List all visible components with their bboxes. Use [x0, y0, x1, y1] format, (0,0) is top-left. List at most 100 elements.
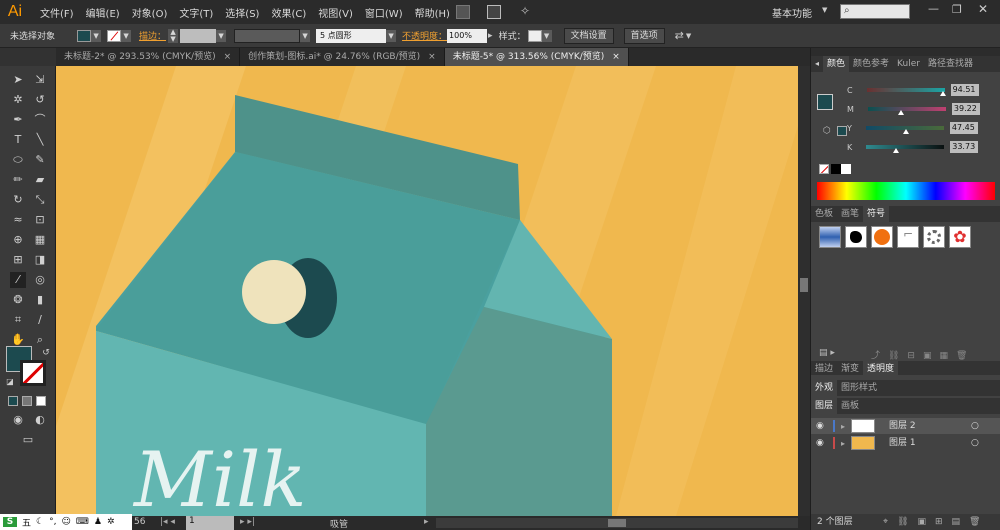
type-tool-icon[interactable]: T: [10, 132, 26, 148]
visibility-icon[interactable]: ◉: [816, 435, 824, 451]
channel-track[interactable]: [866, 145, 945, 153]
settings-icon[interactable]: ✲: [107, 517, 115, 527]
draw-mode-icon[interactable]: ◉: [10, 412, 26, 428]
punctuation-icon[interactable]: °,: [49, 517, 56, 527]
none-color-swatch[interactable]: [819, 164, 829, 174]
zoom-level[interactable]: 56: [134, 517, 145, 527]
panel-collapse-icon[interactable]: ◂: [811, 56, 823, 72]
chevron-down-icon[interactable]: ▼: [686, 32, 691, 40]
stroke-color-box[interactable]: [20, 360, 46, 386]
symbol-actions-icons[interactable]: ⤴⛓⊟▣▦🗑: [871, 348, 975, 361]
scroll-thumb[interactable]: [800, 278, 808, 292]
opacity-field[interactable]: 100%: [447, 28, 488, 43]
page-next-icon[interactable]: ▸ ▸|: [240, 517, 255, 527]
tab-close-icon[interactable]: ×: [224, 48, 232, 66]
selection-tool-icon[interactable]: ➤: [10, 72, 26, 88]
channel-track[interactable]: [865, 126, 944, 134]
artboard-tool-icon[interactable]: ⌗: [10, 312, 26, 328]
moon-icon[interactable]: ☾: [36, 517, 44, 527]
gradient-tool-icon[interactable]: ◨: [32, 252, 48, 268]
symbol-flower[interactable]: ✿: [949, 226, 971, 248]
brush-dropdown[interactable]: ▼: [386, 29, 397, 42]
channel-value[interactable]: 33.73: [950, 141, 979, 153]
free-transform-tool-icon[interactable]: ⊡: [32, 212, 48, 228]
tab-stroke[interactable]: 描边: [811, 361, 837, 375]
direct-selection-tool-icon[interactable]: ⇲: [32, 72, 48, 88]
tab-close-icon[interactable]: ×: [428, 48, 436, 66]
expand-layer-icon[interactable]: ▸: [841, 419, 845, 435]
slider-thumb[interactable]: [898, 110, 905, 115]
none-mode-icon[interactable]: [36, 396, 46, 406]
pencil-tool-icon[interactable]: ✏: [10, 172, 26, 188]
color-mode-icon[interactable]: [8, 396, 18, 406]
symbol-orange-button[interactable]: [871, 226, 893, 248]
tab-layers[interactable]: 图层: [811, 398, 838, 414]
scroll-thumb[interactable]: [608, 519, 626, 527]
symbol-wreath[interactable]: [923, 226, 945, 248]
target-icon[interactable]: ○: [971, 435, 979, 451]
slider-magenta[interactable]: M 39.22: [817, 103, 980, 115]
tab-transparency[interactable]: 透明度: [863, 361, 899, 375]
brush-definition[interactable]: 5 点圆形: [316, 28, 387, 43]
swap-colors-icon[interactable]: ↺: [38, 345, 54, 361]
channel-track[interactable]: [866, 88, 946, 96]
style-dropdown[interactable]: ▼: [541, 29, 552, 42]
gradient-mode-icon[interactable]: [22, 396, 32, 406]
tab-untitled-5[interactable]: 未标题-5* @ 313.56% (CMYK/预览) ×: [444, 48, 629, 66]
variable-width-profile[interactable]: [234, 28, 301, 43]
horizontal-scrollbar[interactable]: [436, 518, 798, 528]
slider-thumb[interactable]: [892, 148, 899, 153]
stroke-weight-field[interactable]: [180, 28, 217, 43]
eyedropper-tool-icon[interactable]: ⁄: [10, 272, 26, 288]
expand-layer-icon[interactable]: ▸: [841, 436, 845, 452]
mesh-tool-icon[interactable]: ⊞: [10, 252, 26, 268]
emoji-icon[interactable]: ☺: [61, 517, 70, 527]
style-swatch[interactable]: [527, 29, 542, 42]
symbol-sprayer-tool-icon[interactable]: ❂: [10, 292, 26, 308]
search-input[interactable]: ⌕: [840, 4, 910, 19]
menu-window[interactable]: 窗口(W): [359, 5, 409, 20]
layer-row[interactable]: ◉ ▸ 图层 1 ○: [811, 435, 1000, 451]
line-tool-icon[interactable]: ╲: [32, 132, 48, 148]
magic-wand-tool-icon[interactable]: ✲: [10, 92, 26, 108]
slider-black[interactable]: K 33.73: [817, 141, 979, 153]
page-nav-icon[interactable]: |◂ ◂: [160, 517, 175, 527]
paintbrush-tool-icon[interactable]: ✎: [32, 152, 48, 168]
menu-file[interactable]: 文件(F): [34, 5, 80, 20]
tab-symbols[interactable]: 符号: [863, 206, 890, 222]
tab-pathfinder[interactable]: 路径查找器: [924, 56, 977, 72]
scale-tool-icon[interactable]: ⤡: [32, 192, 48, 208]
fill-dropdown[interactable]: ▼: [91, 29, 102, 42]
symbol-library-icon[interactable]: ▤ ▸: [819, 348, 835, 358]
menu-select[interactable]: 选择(S): [219, 5, 265, 20]
tab-creative-icons[interactable]: 创作策划-图标.ai* @ 24.76% (RGB/预览) ×: [240, 48, 445, 66]
slider-yellow[interactable]: Y 47.45: [817, 122, 978, 134]
blend-tool-icon[interactable]: ◎: [32, 272, 48, 288]
menu-object[interactable]: 对象(O): [126, 5, 174, 20]
stroke-stepper[interactable]: ▲ ▼: [168, 28, 179, 43]
arrange-documents-icon[interactable]: [487, 5, 501, 19]
workspace-switcher[interactable]: 基本功能: [772, 5, 812, 20]
opacity-label[interactable]: 不透明度：: [402, 29, 447, 42]
status-menu-icon[interactable]: ▸: [424, 517, 429, 527]
menu-view[interactable]: 视图(V): [312, 5, 359, 20]
target-icon[interactable]: ○: [971, 418, 979, 434]
symbol-banner[interactable]: ⌐: [897, 226, 919, 248]
tab-gradient[interactable]: 渐变: [837, 361, 863, 375]
black-swatch[interactable]: [831, 164, 841, 174]
tab-swatches[interactable]: 色板: [811, 206, 837, 222]
tab-brushes[interactable]: 画笔: [837, 206, 863, 222]
tab-close-icon[interactable]: ×: [612, 48, 620, 66]
channel-value[interactable]: 39.22: [951, 103, 980, 115]
page-field[interactable]: 1: [186, 516, 234, 530]
bridge-icon[interactable]: [456, 5, 470, 19]
tab-color-guide[interactable]: 颜色参考: [849, 56, 893, 72]
symbol-splat[interactable]: [845, 226, 867, 248]
opacity-arrow-icon[interactable]: ▸: [488, 31, 493, 41]
white-swatch[interactable]: [841, 164, 851, 174]
slider-thumb[interactable]: [902, 129, 909, 134]
color-spectrum[interactable]: [817, 182, 995, 200]
visibility-icon[interactable]: ◉: [816, 418, 824, 434]
tab-appearance[interactable]: 外观: [811, 380, 838, 396]
close-icon[interactable]: ✕: [978, 2, 988, 16]
